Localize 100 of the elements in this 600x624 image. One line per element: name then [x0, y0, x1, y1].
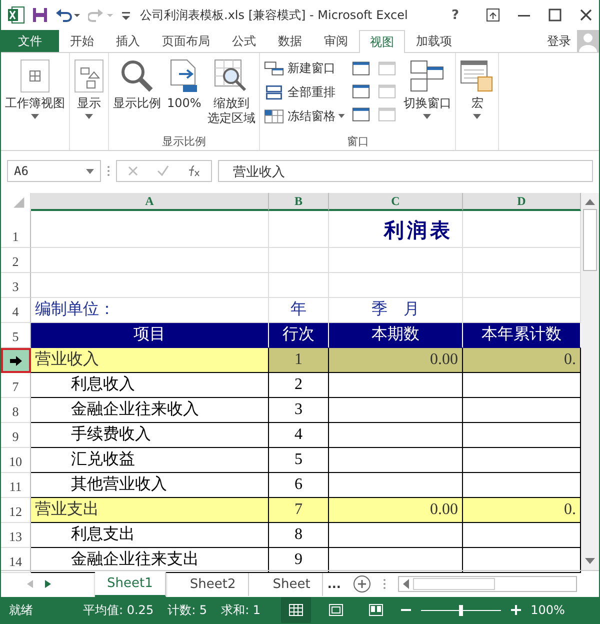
ribbon-button[interactable]: 宏: [458, 55, 496, 134]
ribbon-tab[interactable]: 公式: [221, 30, 267, 52]
ribbon-button[interactable]: 新建窗口: [262, 57, 348, 79]
grid-magnifier-icon: [214, 59, 248, 93]
maximize-icon[interactable]: [548, 8, 562, 22]
table-cell: 9: [269, 548, 329, 573]
more-sheets-button[interactable]: ...: [327, 577, 341, 591]
ribbon-tab[interactable]: 审阅: [313, 30, 359, 52]
table-cell: 0.: [463, 348, 581, 373]
ribbon-tab[interactable]: 数据: [267, 30, 313, 52]
table-cell: 营业支出: [31, 498, 269, 523]
table-cell: 8: [269, 523, 329, 548]
row-header[interactable]: 1: [1, 211, 31, 248]
column-header[interactable]: A: [31, 193, 269, 211]
column-header[interactable]: D: [463, 193, 581, 211]
grip-icon: [107, 165, 110, 177]
check-icon[interactable]: [157, 165, 169, 177]
caret-icon: [473, 114, 482, 119]
ribbon-button[interactable]: 冻结窗格: [262, 105, 348, 127]
table-cell: 汇兑收益: [31, 448, 269, 473]
name-box[interactable]: A6: [7, 160, 101, 182]
ribbon-tab[interactable]: 加载项: [405, 30, 463, 52]
ribbon-tab[interactable]: 页面布局: [151, 30, 221, 52]
table-cell: 0.00: [329, 498, 463, 523]
ribbon-button[interactable]: 缩放到 选定区域: [205, 55, 258, 134]
ribbon-tab[interactable]: 视图: [359, 30, 405, 53]
windows-icon: [410, 59, 444, 93]
formula-field[interactable]: 营业收入: [218, 160, 593, 182]
ribbon-button[interactable]: 全部重排: [262, 81, 348, 103]
page-arrow-icon: [169, 59, 200, 93]
ribbon-button[interactable]: 显示比例: [111, 55, 163, 134]
grid-icon: [288, 604, 303, 616]
view-button[interactable]: [280, 597, 311, 623]
grip-icon: [383, 578, 386, 590]
window-icon[interactable]: [352, 107, 370, 122]
caret-icon: [338, 114, 346, 118]
page-break-icon: [368, 604, 383, 616]
zoom-level[interactable]: 100%: [530, 603, 565, 617]
row-header[interactable]: 7: [1, 373, 31, 398]
ribbon-tab[interactable]: 开始: [59, 30, 105, 52]
row-header[interactable]: [1, 348, 31, 373]
horizontal-scrollbar[interactable]: [398, 576, 577, 592]
table-cell: 2: [269, 373, 329, 398]
table-cell: 本期数: [329, 323, 463, 348]
row-header[interactable]: 4: [1, 298, 31, 323]
zoom-slider[interactable]: [420, 604, 501, 616]
sheet-tab[interactable]: Sheet: [260, 572, 324, 596]
ribbon-button[interactable]: 显示: [72, 55, 106, 134]
row-header[interactable]: 9: [1, 423, 31, 448]
row-header[interactable]: 14: [1, 548, 31, 573]
sheet-tab[interactable]: Sheet2: [178, 572, 249, 596]
ribbon-button[interactable]: 工作簿视图: [3, 55, 67, 134]
up-arrow-icon[interactable]: [585, 199, 595, 205]
down-arrow-icon[interactable]: [585, 558, 595, 564]
macro-sheet-icon: [460, 59, 494, 93]
row-header[interactable]: 3: [1, 273, 31, 298]
group-label: 显示比例: [162, 135, 206, 148]
row-header[interactable]: 10: [1, 448, 31, 473]
ribbon-tab[interactable]: 文件: [1, 30, 59, 52]
redo-icon: [88, 7, 114, 23]
function-icon[interactable]: [187, 165, 201, 177]
scroll-thumb[interactable]: [583, 209, 597, 271]
status-text: 就绪: [9, 602, 33, 618]
help-button[interactable]: ?: [451, 8, 459, 22]
excel-icon[interactable]: [7, 6, 25, 24]
windows-icon: [264, 60, 284, 76]
vertical-scrollbar[interactable]: [581, 193, 599, 570]
sheet-tab[interactable]: Sheet1: [95, 572, 166, 596]
column-header[interactable]: C: [329, 193, 463, 211]
table-cell: [269, 211, 329, 248]
row-header[interactable]: 11: [1, 473, 31, 498]
window-icon[interactable]: [352, 61, 370, 76]
table-cell: 本年累计数: [463, 323, 581, 348]
table-cell: 0.00: [329, 348, 463, 373]
table-cell: 7: [269, 498, 329, 523]
caret-icon: [31, 114, 39, 119]
table-cell: 0.: [463, 498, 581, 523]
column-header[interactable]: B: [269, 193, 329, 211]
ribbon-tab[interactable]: 插入: [105, 30, 151, 52]
left-arrow-icon[interactable]: [403, 579, 409, 589]
row-header[interactable]: 8: [1, 398, 31, 423]
scroll-thumb[interactable]: [413, 578, 495, 590]
table-cell: 手续费收入: [31, 423, 269, 448]
ribbon-button[interactable]: 切换窗口: [401, 55, 454, 134]
row-header[interactable]: 2: [1, 248, 31, 273]
ribbon-button[interactable]: 100%: [165, 55, 204, 134]
zoom-in-icon[interactable]: [510, 605, 521, 615]
add-sheet-icon[interactable]: [353, 575, 371, 593]
caret-icon: [85, 114, 93, 119]
status-stat: 计数: 5: [168, 602, 208, 618]
table-cell: 项目: [31, 323, 269, 348]
table-cell: [269, 273, 329, 298]
close-icon[interactable]: [579, 8, 593, 22]
sign-in-link[interactable]: 登录: [541, 30, 577, 52]
magnifier-icon: [120, 59, 154, 93]
ribbon-display-icon[interactable]: [486, 8, 500, 22]
row-header[interactable]: 13: [1, 523, 31, 548]
next-sheet-icon[interactable]: [45, 580, 51, 588]
window-icon[interactable]: [352, 84, 370, 99]
undo-icon[interactable]: [55, 7, 81, 23]
